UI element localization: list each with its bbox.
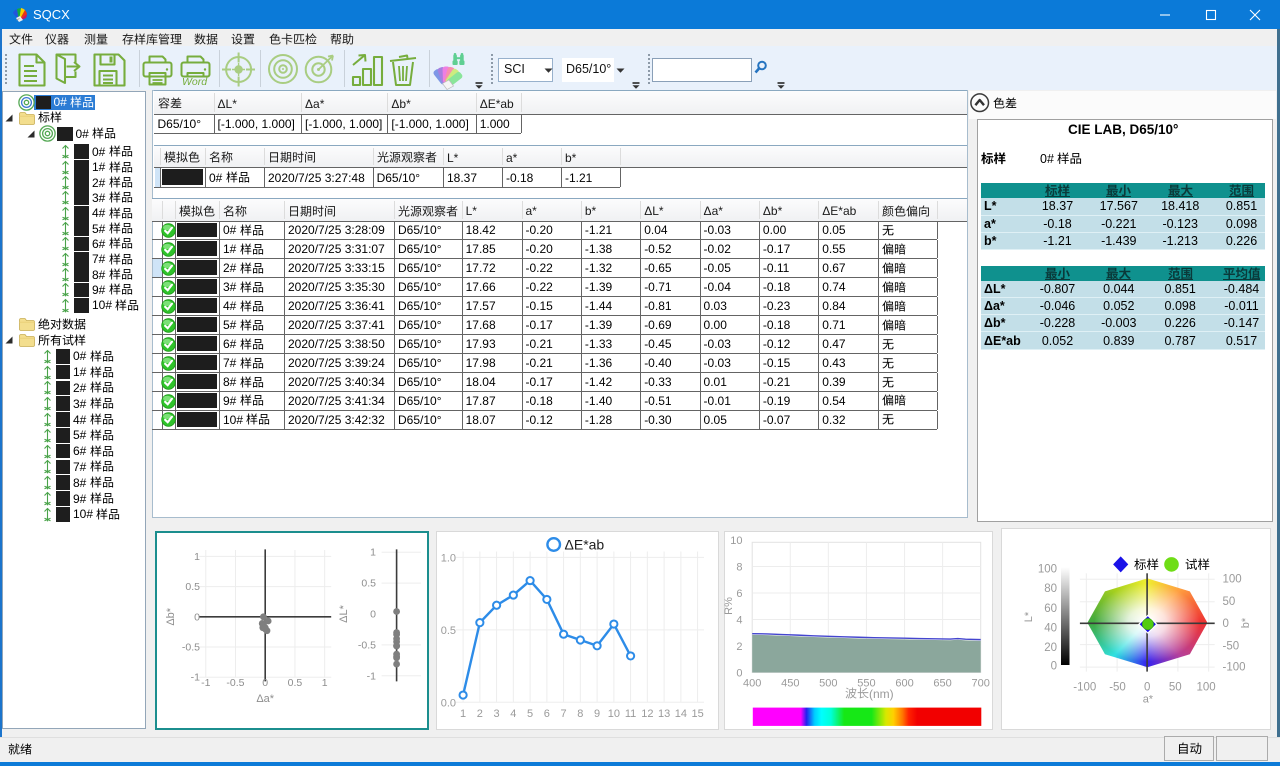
svg-text:700: 700 [972,677,990,689]
svg-text:100: 100 [1037,564,1056,576]
svg-text:7: 7 [561,708,567,720]
svg-text:-50: -50 [1109,681,1126,693]
svg-text:a*: a* [1142,694,1153,706]
svg-text:10: 10 [730,535,742,547]
svg-text:1: 1 [370,546,376,558]
svg-text:4: 4 [510,708,516,720]
svg-text:100: 100 [1222,573,1241,585]
svg-text:600: 600 [895,677,913,689]
svg-text:ΔE*ab: ΔE*ab [565,536,605,552]
svg-text:80: 80 [1044,583,1057,595]
svg-text:b*: b* [1240,617,1252,628]
svg-text:-0.5: -0.5 [182,641,200,653]
svg-text:0.5: 0.5 [288,677,303,689]
svg-text:-1: -1 [191,671,200,683]
svg-text:40: 40 [1044,622,1057,634]
svg-text:500: 500 [819,677,837,689]
svg-text:3: 3 [494,708,500,720]
svg-text:20: 20 [1044,642,1057,654]
svg-text:1: 1 [322,677,328,689]
svg-text:5: 5 [527,708,533,720]
svg-text:0: 0 [370,608,376,620]
svg-text:0.5: 0.5 [185,581,200,593]
svg-text:10: 10 [608,708,620,720]
svg-text:L*: L* [1023,611,1035,622]
svg-text:0: 0 [736,667,742,679]
svg-text:50: 50 [1222,596,1235,608]
svg-text:8: 8 [577,708,583,720]
svg-text:60: 60 [1044,603,1057,615]
svg-text:-1: -1 [201,677,210,689]
svg-text:0: 0 [1050,660,1056,672]
svg-text:9: 9 [594,708,600,720]
svg-text:13: 13 [658,708,670,720]
svg-text:-100: -100 [1222,662,1245,674]
svg-text:400: 400 [743,677,761,689]
svg-text:0.5: 0.5 [441,624,456,636]
svg-text:Δb*: Δb* [165,607,177,625]
svg-text:6: 6 [736,588,742,600]
svg-text:R%: R% [723,596,735,614]
svg-text:Δa*: Δa* [256,693,274,705]
svg-text:450: 450 [781,677,799,689]
svg-text:2: 2 [477,708,483,720]
svg-text:0: 0 [194,611,200,623]
svg-text:11: 11 [625,708,636,720]
svg-text:6: 6 [544,708,550,720]
svg-text:-0.5: -0.5 [226,677,244,689]
svg-text:50: 50 [1168,681,1181,693]
svg-text:-100: -100 [1073,681,1096,693]
svg-text:12: 12 [641,708,653,720]
svg-text:0: 0 [262,677,268,689]
svg-text:-1: -1 [367,670,376,682]
svg-text:1: 1 [194,550,200,562]
svg-text:650: 650 [933,677,951,689]
svg-text:15: 15 [691,708,703,720]
svg-text:0: 0 [1143,681,1149,693]
svg-text:4: 4 [736,614,742,626]
svg-text:100: 100 [1196,681,1215,693]
svg-text:ΔL*: ΔL* [338,604,350,622]
svg-text:0: 0 [1222,618,1228,630]
svg-text:1: 1 [460,708,466,720]
svg-text:1.0: 1.0 [441,552,456,564]
svg-text:2: 2 [736,641,742,653]
svg-text:14: 14 [675,708,687,720]
svg-text:-50: -50 [1222,641,1239,653]
svg-text:0.0: 0.0 [441,697,456,709]
svg-text:0.5: 0.5 [361,577,376,589]
svg-text:8: 8 [736,561,742,573]
svg-text:-0.5: -0.5 [358,639,376,651]
